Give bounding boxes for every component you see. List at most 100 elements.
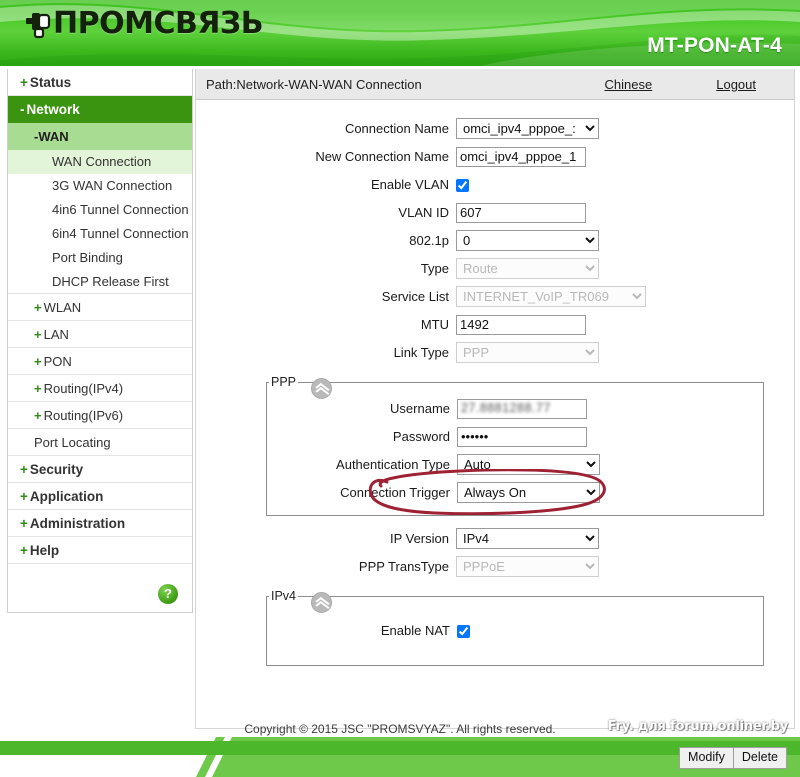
row-new-connection-name: New Connection Name <box>196 144 794 169</box>
device-model-label: MT-PON-AT-4 <box>647 34 782 57</box>
sidebar-item-administration[interactable]: + Administration <box>8 510 192 537</box>
sidebar-item-label-routing-ipv4: Routing(IPv4) <box>43 381 124 396</box>
plug-icon <box>26 13 51 39</box>
sidebar-item-wan-connection[interactable]: WAN Connection <box>8 150 192 174</box>
collapse-marker-network: - <box>20 102 25 117</box>
label-ppp-transtype: PPP TransType <box>358 559 449 574</box>
sidebar-item-label-lan: LAN <box>43 327 69 342</box>
sidebar-item-label-wlan: WLAN <box>43 300 82 315</box>
chevron-double-up-icon-ppp[interactable] <box>311 378 332 399</box>
expand-marker-administration: + <box>20 516 28 531</box>
sidebar-item-label-dhcp-release-first: DHCP Release First <box>52 274 169 289</box>
ppp-transtype-select: PPPoE <box>456 556 599 577</box>
sidebar-item-label-pon: PON <box>43 354 72 369</box>
connection-trigger-select[interactable]: Always On <box>457 482 600 503</box>
sidebar-item-pon[interactable]: + PON <box>8 348 192 375</box>
row-connection-name: Connection Name omci_ipv4_pppoe_: <box>196 116 794 141</box>
sidebar-item-help[interactable]: + Help <box>8 537 192 564</box>
password-input[interactable] <box>457 426 587 447</box>
brand-name: ПРОМСВЯЗЬ <box>53 6 264 41</box>
row-enable-nat: Enable NAT <box>267 618 763 643</box>
row-username: Username 27.8881288.77 <box>267 396 763 421</box>
username-input[interactable] <box>457 398 587 419</box>
label-vlan-id: VLAN ID <box>398 205 449 220</box>
enable-vlan-checkbox[interactable] <box>456 179 469 193</box>
sidebar-item-wlan[interactable]: + WLAN <box>8 294 192 321</box>
sidebar-item-label-3g-wan-connection: 3G WAN Connection <box>52 178 173 193</box>
sidebar-item-3g-wan-connection[interactable]: 3G WAN Connection <box>8 174 192 198</box>
label-ip-version: IP Version <box>389 531 449 546</box>
pathbar-links: Chinese Logout <box>605 77 784 92</box>
sidebar-item-label-wan-connection: WAN Connection <box>52 154 152 169</box>
sidebar-item-lan[interactable]: + LAN <box>8 321 192 348</box>
ip-version-select[interactable]: IPv4 <box>456 528 599 549</box>
sidebar-item-6in4-tunnel-connection[interactable]: 6in4 Tunnel Connection <box>8 222 192 246</box>
forum-watermark: Fry. для forum.onliner.by <box>607 719 788 734</box>
sidebar-item-port-locating[interactable]: Port Locating <box>8 429 192 456</box>
breadcrumb-bar: Path:Network-WAN-WAN Connection Chinese … <box>196 69 794 100</box>
sidebar-item-routing-ipv6[interactable]: + Routing(IPv6) <box>8 402 192 429</box>
sidebar-item-label-help: Help <box>29 543 60 558</box>
row-dot1p: 802.1p 0 <box>196 228 794 253</box>
connection-name-select[interactable]: omci_ipv4_pppoe_: <box>456 118 599 139</box>
ipv4-section: IPv4 Enable NAT <box>266 589 764 666</box>
row-enable-vlan: Enable VLAN <box>196 172 794 197</box>
label-enable-vlan: Enable VLAN <box>370 177 449 192</box>
label-enable-nat: Enable NAT <box>380 623 450 638</box>
delete-button[interactable]: Delete <box>733 747 787 769</box>
expand-marker-routing-ipv4: + <box>34 381 42 396</box>
help-icon[interactable]: ? <box>158 584 178 604</box>
row-vlan-id: VLAN ID <box>196 200 794 225</box>
sidebar-item-label-4in6-tunnel: 4in6 Tunnel Connection <box>52 202 189 217</box>
label-new-connection-name: New Connection Name <box>315 149 449 164</box>
chevron-double-up-icon-ipv4[interactable] <box>311 592 332 613</box>
sidebar-item-routing-ipv4[interactable]: + Routing(IPv4) <box>8 375 192 402</box>
mtu-input[interactable] <box>456 314 586 335</box>
sidebar-item-dhcp-release-first[interactable]: DHCP Release First <box>8 270 192 294</box>
sidebar-item-label-status: Status <box>29 75 72 90</box>
enable-nat-checkbox[interactable] <box>457 625 470 639</box>
authentication-type-select[interactable]: Auto <box>457 454 600 475</box>
sidebar-item-security[interactable]: + Security <box>8 456 192 483</box>
expand-marker-routing-ipv6: + <box>34 408 42 423</box>
label-service-list: Service List <box>381 289 449 304</box>
service-list-select: INTERNET_VoIP_TR069 <box>456 286 646 307</box>
sidebar-item-label-wan: WAN <box>38 129 69 144</box>
sidebar-item-application[interactable]: + Application <box>8 483 192 510</box>
expand-marker-status: + <box>20 75 28 90</box>
expand-marker-wlan: + <box>34 300 42 315</box>
sidebar-item-4in6-tunnel-connection[interactable]: 4in6 Tunnel Connection <box>8 198 192 222</box>
sidebar-item-label-port-locating: Port Locating <box>34 435 111 450</box>
row-ip-version: IP Version IPv4 <box>196 526 794 551</box>
chinese-language-link[interactable]: Chinese <box>605 77 653 92</box>
logout-link[interactable]: Logout <box>716 77 756 92</box>
dot1p-select[interactable]: 0 <box>456 230 599 251</box>
sidebar-footer-area: ? <box>8 564 192 612</box>
sidebar-item-port-binding[interactable]: Port Binding <box>8 246 192 270</box>
row-mtu: MTU <box>196 312 794 337</box>
sidebar-item-label-port-binding: Port Binding <box>52 250 123 265</box>
label-connection-name: Connection Name <box>344 121 449 136</box>
row-password: Password <box>267 424 763 449</box>
vlan-id-input[interactable] <box>456 202 586 223</box>
new-connection-name-input[interactable] <box>456 146 586 167</box>
content-panel: Path:Network-WAN-WAN Connection Chinese … <box>195 69 795 729</box>
row-connection-trigger: Connection Trigger Always On <box>267 480 763 505</box>
row-type: Type Route <box>196 256 794 281</box>
brand-logo: ПРОМСВЯЗЬ <box>26 6 264 41</box>
sidebar-item-network[interactable]: - Network <box>8 96 192 123</box>
label-mtu: MTU <box>420 317 449 332</box>
ipv4-section-legend: IPv4 <box>271 589 297 603</box>
ppp-section-legend: PPP <box>271 375 297 389</box>
row-ppp-transtype: PPP TransType PPPoE <box>196 554 794 579</box>
row-authentication-type: Authentication Type Auto <box>267 452 763 477</box>
modify-button[interactable]: Modify <box>679 747 734 769</box>
sidebar-item-wan[interactable]: -WAN <box>8 123 192 150</box>
sidebar-item-label-6in4-tunnel: 6in4 Tunnel Connection <box>52 226 189 241</box>
label-dot1p: 802.1p <box>409 233 449 248</box>
username-field-wrap: 27.8881288.77 <box>457 398 587 419</box>
row-link-type: Link Type PPP <box>196 340 794 365</box>
sidebar-item-status[interactable]: + Status <box>8 69 192 96</box>
label-password: Password <box>392 429 450 444</box>
sidebar-item-label-network: Network <box>26 102 80 117</box>
